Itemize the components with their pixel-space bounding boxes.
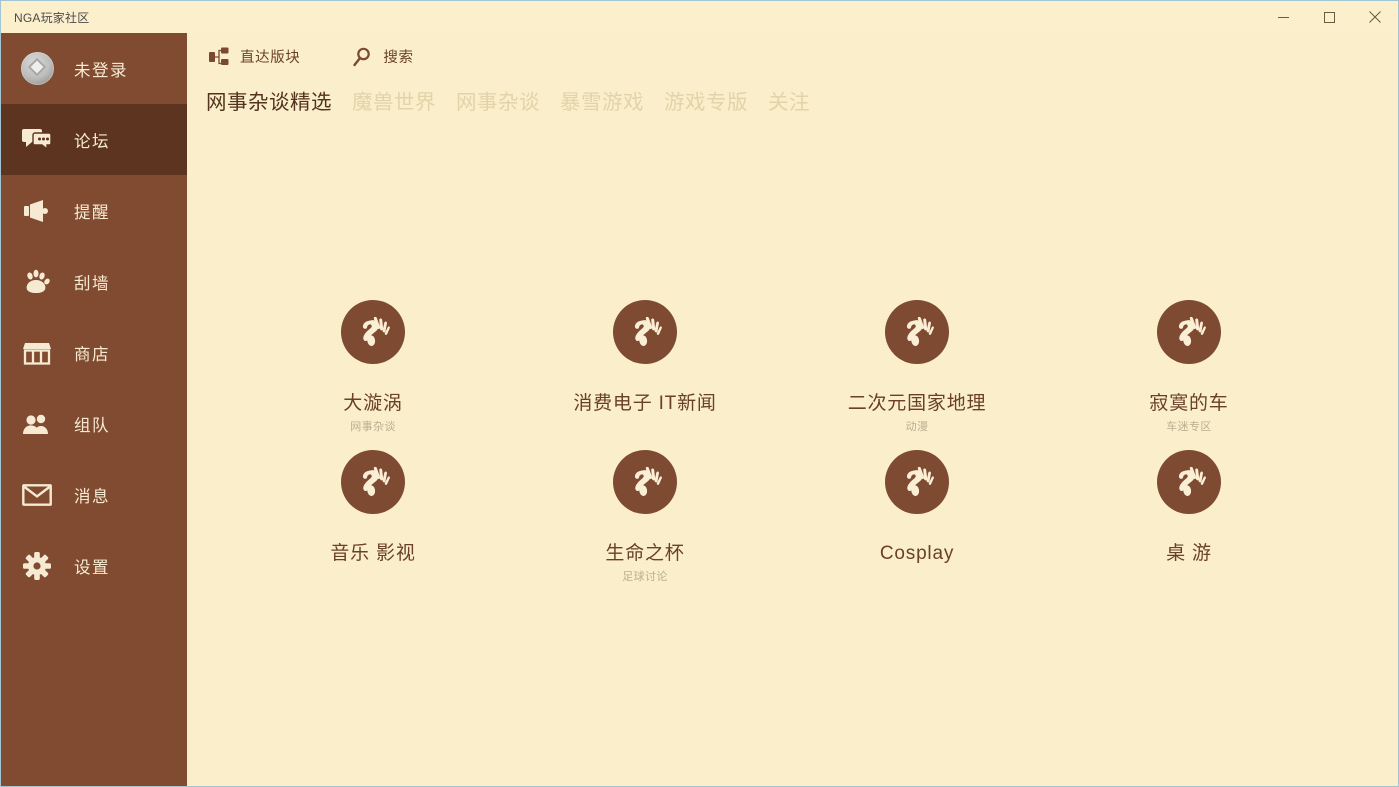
sidebar-item-label: 未登录	[74, 61, 128, 80]
minimize-button[interactable]	[1260, 1, 1306, 33]
tab-featured[interactable]: 网事杂谈精选	[196, 92, 342, 114]
forum-subtitle: 车迷专区	[1166, 421, 1212, 433]
search-icon	[350, 47, 374, 67]
gear-icon	[15, 551, 59, 580]
forum-item[interactable]: 二次元国家地理 动漫	[781, 300, 1053, 450]
nga-paw-icon	[341, 300, 405, 364]
sitemap-icon	[207, 47, 231, 67]
forum-subtitle: 动漫	[905, 421, 929, 433]
nga-paw-icon	[1157, 300, 1221, 364]
window-title: NGA玩家社区	[14, 10, 90, 25]
avatar-icon	[15, 52, 59, 86]
forum-icon	[15, 127, 59, 153]
forum-item[interactable]: 大漩涡 网事杂谈	[237, 300, 509, 450]
search-label: 搜索	[383, 50, 414, 66]
sidebar-item-message[interactable]: 消息	[1, 459, 187, 530]
forum-item[interactable]: 音乐 影视	[237, 450, 509, 600]
sidebar-item-label: 商店	[74, 345, 110, 364]
nga-paw-icon	[341, 450, 405, 514]
sidebar-item-account[interactable]: 未登录	[1, 33, 187, 104]
forum-item[interactable]: Cosplay	[781, 450, 1053, 600]
app-window: NGA玩家社区 未登录 论坛 提醒 刮墙 商店 组队 消息 设置 直达版块 搜索…	[0, 0, 1399, 787]
mail-icon	[15, 483, 59, 506]
sidebar-item-notice[interactable]: 提醒	[1, 175, 187, 246]
sidebar-item-store[interactable]: 商店	[1, 317, 187, 388]
forum-item[interactable]: 消费电子 IT新闻	[509, 300, 781, 450]
store-icon	[15, 340, 59, 366]
forum-name: 音乐 影视	[330, 543, 416, 564]
forum-name: 大漩涡	[343, 393, 403, 414]
tab-follow[interactable]: 关注	[758, 92, 820, 114]
forum-name: 桌 游	[1166, 543, 1212, 564]
people-icon	[15, 412, 59, 436]
forum-item[interactable]: 寂寞的车 车迷专区	[1053, 300, 1325, 450]
sidebar-item-label: 设置	[74, 558, 110, 577]
megaphone-icon	[15, 199, 59, 223]
tab-games[interactable]: 游戏专版	[654, 92, 758, 114]
nga-paw-icon	[613, 300, 677, 364]
sidebar-item-label: 刮墙	[74, 274, 110, 293]
sidebar-item-label: 提醒	[74, 203, 110, 222]
forum-name: 生命之杯	[605, 543, 685, 564]
goto-forum-button[interactable]: 直达版块	[201, 42, 306, 71]
forum-subtitle: 足球讨论	[622, 571, 668, 583]
forum-item[interactable]: 生命之杯 足球讨论	[509, 450, 781, 600]
forum-name: Cosplay	[879, 543, 955, 564]
title-bar: NGA玩家社区	[1, 1, 1398, 33]
sidebar-item-team[interactable]: 组队	[1, 388, 187, 459]
main-split: 未登录 论坛 提醒 刮墙 商店 组队 消息 设置 直达版块 搜索 网事杂谈精选 …	[1, 33, 1398, 786]
forum-grid: 大漩涡 网事杂谈 消费电子 IT新闻 二次元国家地理 动漫 寂寞的车 车迷专区 …	[187, 300, 1398, 600]
paw-icon	[15, 269, 59, 295]
forum-name: 二次元国家地理	[847, 393, 987, 414]
content-toolbar: 直达版块 搜索	[187, 33, 1398, 80]
window-controls	[1260, 1, 1398, 33]
forum-name: 消费电子 IT新闻	[573, 393, 717, 414]
sidebar-item-label: 论坛	[74, 132, 110, 151]
goto-forum-label: 直达版块	[240, 50, 301, 66]
sidebar-item-label: 消息	[74, 487, 110, 506]
tab-wow[interactable]: 魔兽世界	[342, 92, 446, 114]
nga-paw-icon	[613, 450, 677, 514]
tab-blizzard[interactable]: 暴雪游戏	[550, 92, 654, 114]
forum-grid-area: 大漩涡 网事杂谈 消费电子 IT新闻 二次元国家地理 动漫 寂寞的车 车迷专区 …	[187, 126, 1398, 786]
nga-paw-icon	[1157, 450, 1221, 514]
maximize-button[interactable]	[1306, 1, 1352, 33]
sidebar: 未登录 论坛 提醒 刮墙 商店 组队 消息 设置	[1, 33, 187, 786]
sidebar-item-forum[interactable]: 论坛	[1, 104, 187, 175]
close-button[interactable]	[1352, 1, 1398, 33]
tab-bar: 网事杂谈精选 魔兽世界 网事杂谈 暴雪游戏 游戏专版 关注	[187, 80, 1398, 126]
sidebar-item-settings[interactable]: 设置	[1, 530, 187, 601]
nga-paw-icon	[885, 450, 949, 514]
nga-paw-icon	[885, 300, 949, 364]
sidebar-item-label: 组队	[74, 416, 110, 435]
search-button[interactable]: 搜索	[344, 42, 419, 71]
forum-subtitle: 网事杂谈	[350, 421, 396, 433]
sidebar-item-wall[interactable]: 刮墙	[1, 246, 187, 317]
content-area: 直达版块 搜索 网事杂谈精选 魔兽世界 网事杂谈 暴雪游戏 游戏专版 关注 大漩…	[187, 33, 1398, 786]
tab-chat[interactable]: 网事杂谈	[446, 92, 550, 114]
forum-name: 寂寞的车	[1149, 393, 1229, 414]
forum-item[interactable]: 桌 游	[1053, 450, 1325, 600]
